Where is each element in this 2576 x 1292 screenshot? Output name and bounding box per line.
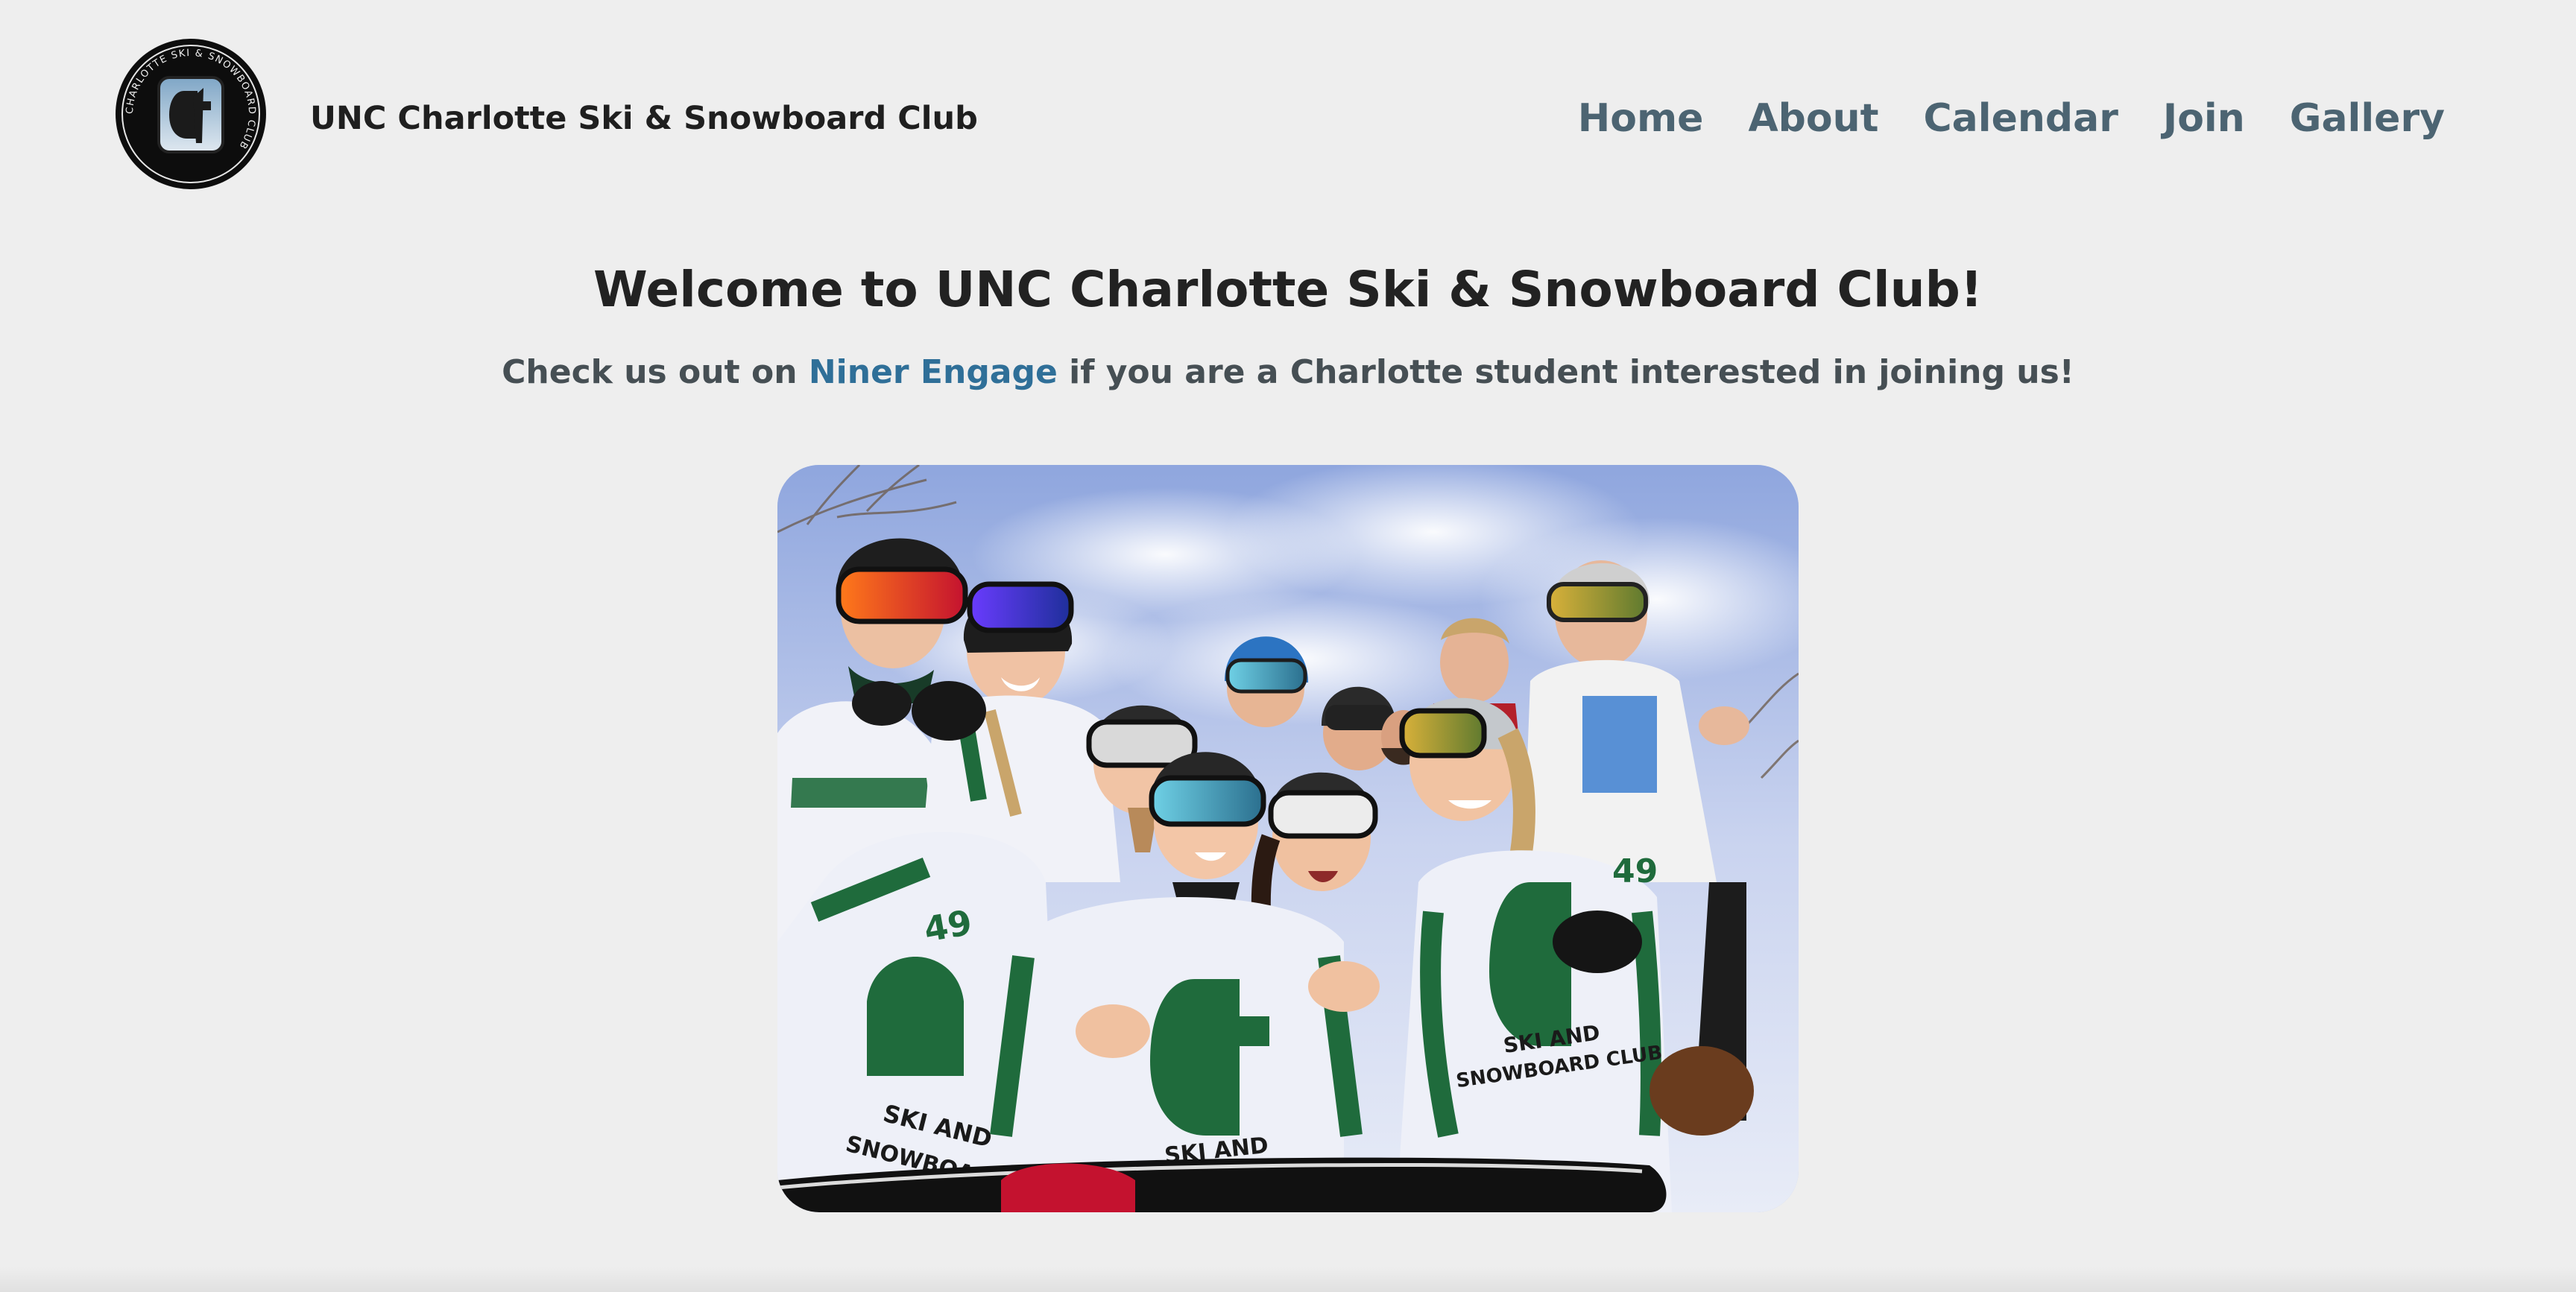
- nav-calendar-link[interactable]: Calendar: [1924, 92, 2118, 145]
- club-name[interactable]: UNC Charlotte Ski & Snowboard Club: [310, 97, 978, 140]
- hero-subtitle: Check us out on Niner Engage if you are …: [0, 349, 2576, 396]
- subtitle-suffix: if you are a Charlotte student intereste…: [1057, 353, 2074, 391]
- main-nav: Home About Calendar Join Gallery: [1578, 92, 2445, 145]
- site-header: CHARLOTTE SKI & SNOWBOARD CLUB UNC Charl…: [0, 0, 2576, 231]
- nav-about-link[interactable]: About: [1748, 92, 1878, 145]
- nav-home-link[interactable]: Home: [1578, 92, 1704, 145]
- jersey-number-left: 49: [921, 902, 975, 950]
- nav-gallery-link[interactable]: Gallery: [2290, 92, 2445, 145]
- subtitle-prefix: Check us out on: [502, 353, 809, 391]
- page-title: Welcome to UNC Charlotte Ski & Snowboard…: [593, 261, 1983, 318]
- club-logo-graphic: CHARLOTTE SKI & SNOWBOARD CLUB: [116, 39, 265, 189]
- bottom-shadow: [0, 1267, 2576, 1292]
- jersey-number-right: 49: [1612, 852, 1658, 890]
- group-photo-illustration: 49 SKI AND SNOWBOARD CLUB SKI AND SNOWBO…: [777, 465, 1799, 1212]
- club-group-photo: 49 SKI AND SNOWBOARD CLUB SKI AND SNOWBO…: [777, 465, 1799, 1212]
- nav-join-link[interactable]: Join: [2163, 92, 2245, 145]
- niner-engage-link[interactable]: Niner Engage: [809, 353, 1058, 391]
- page: CHARLOTTE SKI & SNOWBOARD CLUB UNC Charl…: [0, 0, 2576, 1292]
- club-logo-icon[interactable]: CHARLOTTE SKI & SNOWBOARD CLUB: [116, 39, 266, 189]
